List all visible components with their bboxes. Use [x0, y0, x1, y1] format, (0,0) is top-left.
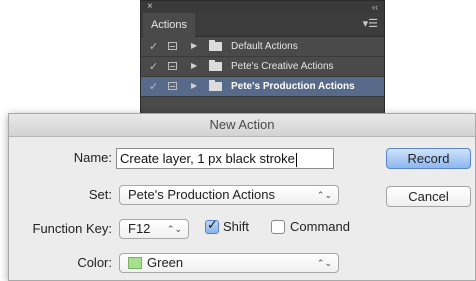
popup-arrows-icon: ⌃⌄	[316, 258, 332, 268]
function-key-label: Function Key:	[32, 221, 113, 236]
action-set-row-selected[interactable]: ✓ ▶ Pete's Production Actions	[141, 77, 384, 97]
name-field[interactable]: Create layer, 1 px black stroke	[116, 148, 334, 169]
panel-tabbar: Actions ▾☰	[141, 13, 384, 37]
function-key-select[interactable]: F12 ⌃⌄	[119, 219, 189, 239]
folder-icon	[209, 40, 222, 51]
new-action-dialog: New Action Name: Create layer, 1 px blac…	[8, 113, 476, 281]
actions-panel: × ‹‹ Actions ▾☰ ✓ ▶ Default Actions ✓ ▶ …	[140, 0, 385, 120]
cancel-button[interactable]: Cancel	[386, 186, 471, 207]
tab-actions[interactable]: Actions	[143, 13, 195, 37]
panel-menu-icon[interactable]: ▾☰	[363, 18, 378, 30]
check-icon[interactable]: ✓	[149, 60, 158, 73]
dialog-toggle-icon[interactable]	[168, 42, 177, 50]
action-set-row[interactable]: ✓ ▶ Pete's Creative Actions	[141, 57, 384, 77]
command-label[interactable]: Command	[290, 219, 350, 234]
action-set-label: Pete's Creative Actions	[231, 61, 334, 72]
action-set-label: Default Actions	[231, 41, 298, 52]
set-select-value: Pete's Production Actions	[128, 187, 276, 202]
folder-icon	[209, 60, 222, 71]
dialog-toggle-icon[interactable]	[168, 82, 177, 90]
command-checkbox[interactable]	[271, 220, 285, 234]
shift-label[interactable]: Shift	[223, 219, 249, 234]
name-field-value: Create layer, 1 px black stroke	[120, 151, 295, 166]
panel-topbar: × ‹‹	[141, 1, 384, 13]
shift-checkbox[interactable]: ✓	[205, 217, 219, 234]
color-select[interactable]: Green ⌃⌄	[119, 253, 339, 273]
checkmark-icon: ✓	[207, 217, 218, 232]
close-icon[interactable]: ×	[147, 1, 153, 13]
text-caret	[295, 152, 297, 167]
set-label: Set:	[88, 187, 112, 202]
popup-arrows-icon: ⌃⌄	[166, 224, 182, 234]
color-swatch	[128, 257, 142, 269]
expand-triangle-icon[interactable]: ▶	[191, 41, 197, 50]
expand-triangle-icon[interactable]: ▶	[191, 61, 197, 70]
action-set-row[interactable]: ✓ ▶ Default Actions	[141, 37, 384, 57]
record-button[interactable]: Record	[386, 148, 471, 169]
color-label: Color:	[77, 255, 112, 270]
check-icon[interactable]: ✓	[149, 40, 158, 53]
expand-triangle-icon[interactable]: ▶	[191, 81, 197, 90]
function-key-value: F12	[128, 221, 151, 236]
popup-arrows-icon: ⌃⌄	[316, 190, 332, 200]
check-icon[interactable]: ✓	[149, 80, 158, 93]
name-label: Name:	[73, 150, 112, 165]
dialog-toggle-icon[interactable]	[168, 62, 177, 70]
set-select[interactable]: Pete's Production Actions ⌃⌄	[119, 185, 339, 205]
color-select-value: Green	[147, 255, 184, 270]
action-set-label: Pete's Production Actions	[231, 81, 355, 92]
collapse-icon[interactable]: ‹‹	[372, 1, 378, 13]
dialog-title: New Action	[9, 114, 475, 137]
folder-icon	[209, 80, 222, 91]
